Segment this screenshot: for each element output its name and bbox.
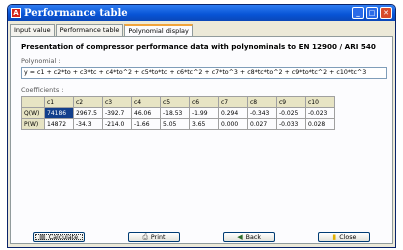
column-header: c7	[218, 96, 248, 108]
table-corner-cell	[21, 96, 45, 108]
panel-heading: Presentation of compressor performance d…	[21, 42, 376, 51]
table-cell[interactable]: -1.99	[189, 107, 219, 119]
table-row: P(W) 14872 -34.3 -214.0 -1.66 5.05 3.65 …	[21, 118, 335, 130]
app-icon: A	[11, 8, 21, 18]
window-controls: _ □ ✕	[352, 7, 392, 19]
table-cell[interactable]: -0.025	[276, 107, 306, 119]
minimize-button[interactable]: _	[352, 7, 364, 19]
tab-polynomial-display[interactable]: Polynomial display	[124, 24, 193, 36]
back-button[interactable]: ◀ Back	[223, 232, 276, 242]
table-cell[interactable]: -1.66	[131, 118, 161, 130]
column-header: c1	[44, 96, 74, 108]
polynomial-label: Polynomial :	[21, 57, 61, 65]
table-cell[interactable]: -0.023	[305, 107, 335, 119]
table-cell[interactable]: 5.05	[160, 118, 190, 130]
printer-icon: ⎙	[142, 232, 148, 241]
table-cell[interactable]: 74186	[44, 107, 74, 119]
polynomial-panel: Presentation of compressor performance d…	[10, 36, 393, 244]
table-row: Q(W) 74186 2967.5 -392.7 46.06 -18.53 -1…	[21, 107, 335, 119]
column-header: c6	[189, 96, 219, 108]
row-header: P(W)	[21, 118, 45, 130]
coefficients-label: Coefficients :	[21, 86, 64, 94]
window-title: Performance table	[24, 7, 128, 19]
close-label: Close	[339, 233, 357, 241]
coefficients-table: c1 c2 c3 c4 c5 c6 c7 c8 c9 c10 Q(W) 7418…	[21, 96, 335, 130]
back-label: Back	[245, 233, 261, 241]
table-cell[interactable]: 0.028	[305, 118, 335, 130]
table-cell[interactable]: -0.343	[247, 107, 277, 119]
maximize-button[interactable]: □	[366, 7, 378, 19]
door-icon: ▮	[332, 233, 337, 241]
table-cell[interactable]: -18.53	[160, 107, 190, 119]
print-label: Print	[150, 233, 166, 241]
column-header: c2	[73, 96, 103, 108]
tab-input-value[interactable]: Input value	[10, 24, 55, 36]
button-bar: ▦ Calculate ⎙ Print ◀ Back ▮ Close	[11, 231, 392, 243]
column-header: c9	[276, 96, 306, 108]
table-cell[interactable]: -392.7	[102, 107, 132, 119]
calculate-button[interactable]: ▦ Calculate	[32, 232, 85, 242]
table-cell[interactable]: -0.033	[276, 118, 306, 130]
table-cell[interactable]: 2967.5	[73, 107, 103, 119]
close-button[interactable]: ▮ Close	[318, 232, 371, 242]
close-window-button[interactable]: ✕	[380, 7, 392, 19]
table-cell[interactable]: 0.000	[218, 118, 248, 130]
tab-performance-table[interactable]: Performance table	[55, 24, 124, 36]
table-header-row: c1 c2 c3 c4 c5 c6 c7 c8 c9 c10	[21, 96, 335, 108]
column-header: c8	[247, 96, 277, 108]
column-header: c10	[305, 96, 335, 108]
tab-strip: Input value Performance table Polynomial…	[8, 21, 395, 36]
back-arrow-icon: ◀	[237, 233, 243, 241]
column-header: c4	[131, 96, 161, 108]
calculator-icon: ▦	[39, 233, 46, 241]
table-cell[interactable]: 0.294	[218, 107, 248, 119]
title-bar[interactable]: A Performance table _ □ ✕	[8, 5, 395, 21]
table-cell[interactable]: 3.65	[189, 118, 219, 130]
table-cell[interactable]: -34.3	[73, 118, 103, 130]
calculate-label: Calculate	[48, 233, 79, 241]
table-cell[interactable]: 0.027	[247, 118, 277, 130]
performance-table-window: A Performance table _ □ ✕ Input value Pe…	[7, 4, 396, 248]
table-cell[interactable]: 14872	[44, 118, 74, 130]
row-header: Q(W)	[21, 107, 45, 119]
print-button[interactable]: ⎙ Print	[127, 232, 180, 242]
table-cell[interactable]: -214.0	[102, 118, 132, 130]
column-header: c3	[102, 96, 132, 108]
polynomial-field[interactable]: y = c1 + c2*to + c3*tc + c4*to^2 + c5*to…	[21, 67, 387, 79]
column-header: c5	[160, 96, 190, 108]
table-cell[interactable]: 46.06	[131, 107, 161, 119]
